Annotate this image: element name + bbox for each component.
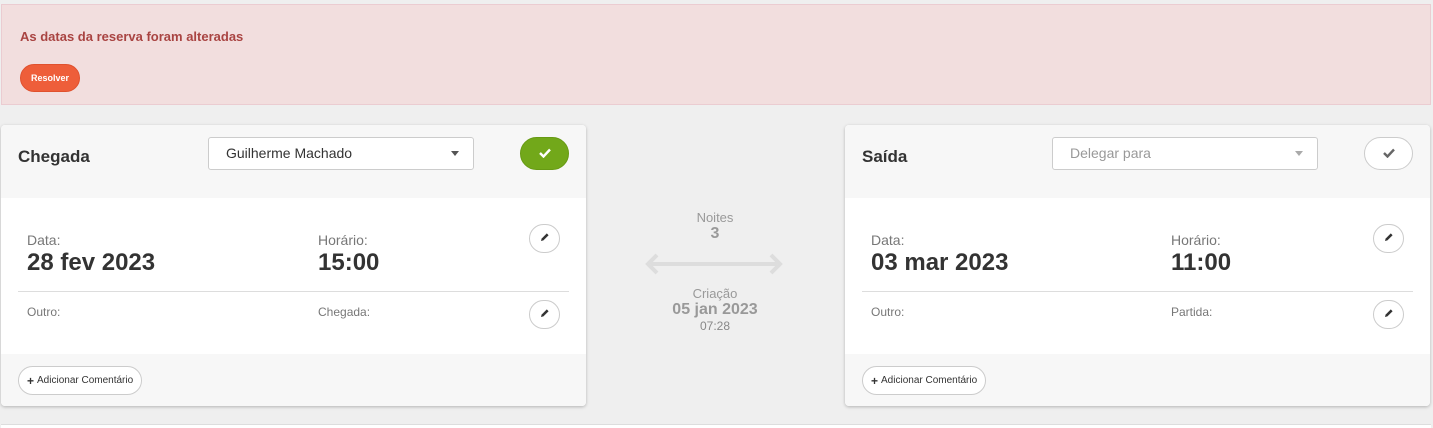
arrival-other-label: Outro: [27,305,61,319]
departure-other-label: Outro: [871,305,905,319]
arrival-card: Chegada Guilherme Machado Data: 28 fev 2… [1,125,586,406]
plus-icon: + [27,373,35,388]
arrival-date-value: 28 fev 2023 [27,249,156,276]
departure-edit-date-button[interactable] [1373,224,1404,253]
arrival-add-comment-label: Adicionar Comentário [37,375,134,386]
arrival-add-comment-button[interactable]: + Adicionar Comentário [18,366,143,395]
nights-value: 3 [710,225,720,242]
arrival-edit-date-button[interactable] [529,224,560,253]
plus-icon: + [871,373,879,388]
arrival-assignee-value: Guilherme Machado [226,145,353,161]
pencil-icon [540,232,550,245]
check-icon [538,146,551,161]
arrival-edit-other-button[interactable] [529,300,560,329]
departure-divider [862,291,1413,292]
resolve-button[interactable]: Resolver [20,64,81,92]
created-label: Criação [692,286,738,301]
created-date: 05 jan 2023 [672,301,758,318]
departure-card: Saída Delegar para Data: 03 mar 2023 Hor… [845,125,1430,406]
check-icon [1382,146,1395,161]
caret-down-icon [1295,151,1303,156]
arrival-extra-label: Chegada: [318,305,371,319]
arrival-date-label: Data: [27,232,61,248]
arrival-confirm-button[interactable] [520,137,569,170]
created-time: 07:28 [699,319,731,333]
pencil-icon [1384,232,1394,245]
departure-assignee-select[interactable]: Delegar para [1052,137,1318,170]
departure-add-comment-button[interactable]: + Adicionar Comentário [862,366,987,395]
departure-assignee-placeholder: Delegar para [1070,145,1151,161]
alert-banner: As datas da reserva foram alteradas Reso… [1,4,1431,105]
double-arrow-icon [645,253,783,280]
nights-label: Noites [696,210,734,225]
departure-add-comment-label: Adicionar Comentário [881,375,978,386]
departure-time-value: 11:00 [1171,249,1232,276]
departure-time-label: Horário: [1171,232,1221,248]
created-summary: Criação 05 jan 2023 07:28 [630,286,800,333]
arrival-divider [18,291,569,292]
arrival-assignee-select[interactable]: Guilherme Machado [208,137,474,170]
arrival-time-value: 15:00 [318,249,380,276]
alert-message: As datas da reserva foram alteradas [20,29,244,44]
departure-date-value: 03 mar 2023 [871,249,1009,276]
departure-edit-other-button[interactable] [1373,300,1404,329]
arrival-card-header: Chegada Guilherme Machado [1,125,586,198]
departure-confirm-button[interactable] [1364,137,1413,170]
caret-down-icon [451,151,459,156]
departure-date-label: Data: [871,232,905,248]
next-section-edge [1,424,1431,428]
nights-summary: Noites 3 [630,210,800,243]
arrival-time-label: Horário: [318,232,368,248]
pencil-icon [1384,308,1394,321]
departure-card-header: Saída Delegar para [845,125,1430,198]
departure-extra-label: Partida: [1171,305,1213,319]
pencil-icon [540,308,550,321]
arrival-title: Chegada [18,147,90,166]
departure-title: Saída [862,147,908,166]
